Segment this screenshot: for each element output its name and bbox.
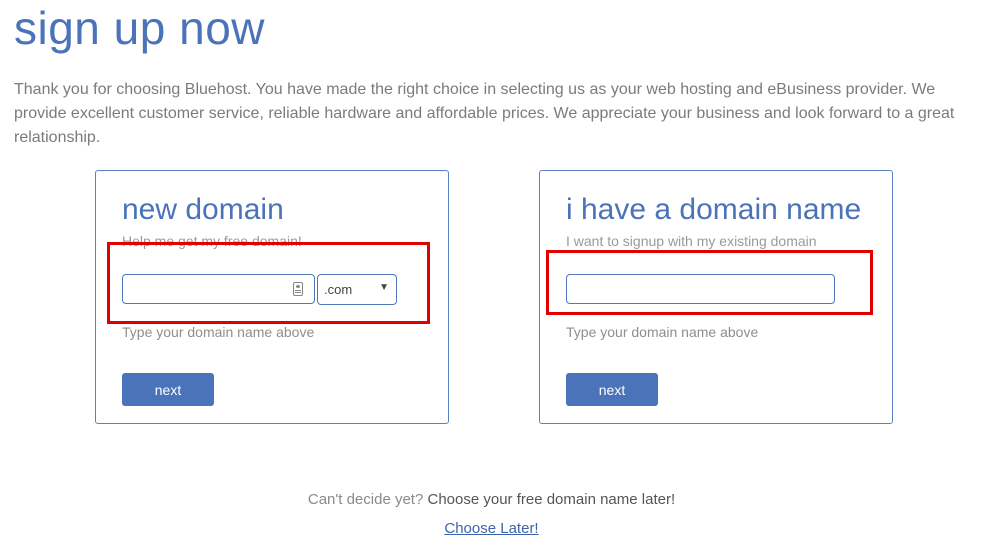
footer-question: Can't decide yet? bbox=[307, 491, 424, 508]
existing-domain-next-button[interactable]: next bbox=[566, 373, 658, 406]
dropdown-arrow-icon: ▼ bbox=[379, 282, 389, 293]
new-domain-title: new domain bbox=[122, 193, 284, 226]
choose-later-link[interactable]: Choose Later! bbox=[444, 520, 538, 537]
page-title: sign up now bbox=[14, 2, 265, 54]
new-domain-hint: Type your domain name above bbox=[122, 324, 315, 340]
tld-selected-value: .com bbox=[324, 282, 353, 297]
existing-domain-hint: Type your domain name above bbox=[566, 324, 759, 340]
intro-text: Thank you for choosing Bluehost. You hav… bbox=[14, 81, 955, 146]
contact-card-icon[interactable] bbox=[293, 282, 303, 296]
new-domain-subtitle: Help me get my free domain! bbox=[122, 233, 302, 249]
existing-domain-subtitle: I want to signup with my existing domain bbox=[566, 233, 817, 249]
footer-prompt: Choose your free domain name later! bbox=[427, 491, 676, 508]
existing-domain-card: i have a domain name I want to signup wi… bbox=[539, 170, 893, 424]
footer-line: Can't decide yet? Choose your free domai… bbox=[0, 491, 983, 508]
new-domain-card: new domain Help me get my free domain! .… bbox=[95, 170, 449, 424]
choose-later-container: Choose Later! bbox=[0, 520, 983, 537]
new-domain-input[interactable] bbox=[122, 274, 315, 304]
tld-select[interactable]: .com ▼ bbox=[317, 274, 397, 305]
existing-domain-title: i have a domain name bbox=[566, 193, 862, 226]
existing-domain-input[interactable] bbox=[566, 274, 835, 304]
new-domain-next-button[interactable]: next bbox=[122, 373, 214, 406]
